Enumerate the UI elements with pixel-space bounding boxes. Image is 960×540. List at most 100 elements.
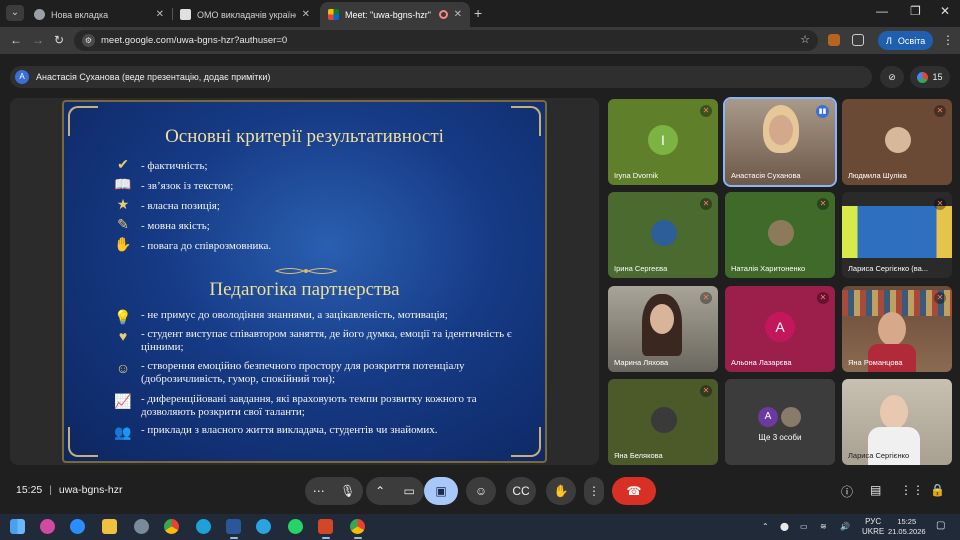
slide-list-item: ☺ - створення емоційно безпечного просто…	[113, 360, 513, 386]
tab-meet[interactable]: Meet: "uwa-bgns-hzr" ✕	[320, 2, 470, 27]
slide-list-text: - створення емоційно безпечного простору…	[141, 360, 465, 385]
running-indicator	[322, 537, 330, 539]
avatar: A	[765, 312, 795, 342]
participant-tile[interactable]: ✕ Лариса Сергієнко (ва...	[842, 192, 952, 278]
raise-hand-icon[interactable]: ✋	[546, 477, 576, 505]
end-call-icon[interactable]: ☎	[612, 477, 656, 505]
people-button[interactable]: 15	[910, 66, 950, 88]
participant-tile[interactable]: ▮▮ Анастасія Суханова	[723, 97, 837, 187]
people-avatars-icon	[917, 71, 929, 83]
system-clock[interactable]: 15:25 21.05.2026	[888, 517, 926, 537]
minimize-icon[interactable]: —	[876, 4, 888, 18]
slide-corner-ornament	[68, 427, 98, 457]
running-indicator	[230, 537, 238, 539]
activities-icon[interactable]: ⋮⋮	[900, 483, 924, 497]
slide-title-partnership: Педагогіка партнерства	[209, 279, 400, 300]
profile-label: Освіта	[897, 35, 926, 46]
screen-share-preview	[842, 206, 952, 258]
slide-list-text: - приклади з власного життя викладача, с…	[141, 424, 438, 436]
zoom-icon[interactable]	[70, 519, 85, 534]
meeting-info: 15:25 | uwa-bgns-hzr	[16, 484, 123, 496]
google-meet-icon	[328, 9, 339, 20]
participant-tile[interactable]: ✕ Ірина Сергеєва	[608, 192, 718, 278]
tray-app-icon[interactable]: ⬤	[780, 522, 789, 531]
close-tab-icon[interactable]: ✕	[156, 9, 164, 20]
new-tab-icon[interactable]: +	[474, 5, 482, 21]
address-bar[interactable]: ⚙ meet.google.com/uwa-bgns-hzr?authuser=…	[74, 30, 818, 51]
url-text: meet.google.com/uwa-bgns-hzr?authuser=0	[101, 35, 288, 46]
present-icon[interactable]: ▣	[424, 477, 458, 505]
camera-icon[interactable]: ▭	[404, 484, 415, 498]
site-info-icon[interactable]: ⚙	[82, 34, 95, 47]
tab-new-tab[interactable]: Нова вкладка ✕	[26, 2, 172, 27]
participant-tile[interactable]: ✕ Людмила Шуліка	[842, 99, 952, 185]
extension-icon[interactable]	[828, 34, 840, 46]
running-indicator	[354, 537, 362, 539]
wifi-icon[interactable]: ≋	[820, 522, 827, 531]
participant-tile[interactable]: ✕ Марина Ляхова	[608, 286, 718, 372]
bookmark-star-icon[interactable]: ☆	[800, 33, 810, 46]
chrome-active-icon[interactable]	[350, 519, 365, 534]
powerpoint-icon[interactable]	[318, 519, 333, 534]
growth-chart-icon: 📈	[114, 395, 132, 410]
word-icon[interactable]	[226, 519, 241, 534]
more-vert-icon[interactable]: ⋮	[584, 477, 604, 505]
avatar	[885, 127, 911, 153]
extensions-puzzle-icon[interactable]	[852, 34, 864, 46]
file-explorer-icon[interactable]	[102, 519, 117, 534]
more-participants-tile[interactable]: A Ще 3 особи	[725, 379, 835, 465]
info-icon[interactable]: ⓘ	[841, 483, 853, 500]
participant-tile[interactable]: ✕ Яна Романцова	[842, 286, 952, 372]
chrome-icon[interactable]	[164, 519, 179, 534]
participant-tile[interactable]: ✕ Наталія Харитоненко	[725, 192, 835, 278]
tray-chevron-icon[interactable]: ⌃	[762, 522, 769, 531]
stop-presenting-icon[interactable]: ⊘	[880, 66, 904, 88]
globe-icon	[34, 9, 45, 20]
tray-network-icon[interactable]: ▭	[800, 522, 808, 531]
back-icon[interactable]: ←	[10, 33, 22, 47]
reload-icon[interactable]: ↻	[54, 33, 64, 47]
clock-time: 15:25	[897, 517, 917, 526]
whatsapp-icon[interactable]	[288, 519, 303, 534]
emoji-icon[interactable]: ☺	[466, 477, 496, 505]
notifications-icon[interactable]: ▢	[936, 520, 945, 531]
slide-list-text: - диференційовані завдання, які враховую…	[141, 393, 477, 418]
microphone-icon[interactable]: 🎙	[340, 484, 355, 498]
presentation-slide: Основні критерії результативності ✔ - фа…	[62, 100, 547, 463]
windows-start-icon[interactable]	[10, 519, 25, 534]
close-tab-icon[interactable]: ✕	[302, 9, 310, 20]
volume-icon[interactable]: 🔊	[840, 522, 850, 531]
participant-tile[interactable]: A ✕ Альона Лазарєва	[725, 286, 835, 372]
divider-ornament	[274, 268, 338, 274]
edge-icon[interactable]	[196, 519, 211, 534]
restore-icon[interactable]: ❐	[910, 4, 921, 18]
ellipsis-icon[interactable]: ⋯	[313, 484, 325, 498]
chat-icon[interactable]: ▤	[870, 483, 881, 497]
language-indicator[interactable]: РУС UKRE	[862, 517, 884, 537]
forward-icon[interactable]: →	[32, 33, 44, 47]
avatar: A	[758, 407, 778, 427]
lightbulb-icon: 💡	[114, 311, 132, 326]
participant-tile[interactable]: ✕ Яна Белякова	[608, 379, 718, 465]
slide-list-text: - студент виступає співавтором заняття, …	[141, 328, 512, 353]
participant-name: Альона Лазарєва	[731, 358, 792, 367]
tab-search-icon[interactable]: ⌄	[6, 5, 24, 21]
telegram-icon[interactable]	[256, 519, 271, 534]
app-icon[interactable]	[134, 519, 149, 534]
host-controls-icon[interactable]: 🔒	[930, 483, 945, 497]
participant-name: Ірина Сергеєва	[614, 264, 668, 273]
browser-menu-icon[interactable]: ⋮	[942, 33, 954, 47]
chevron-up-icon[interactable]: ⌃	[375, 484, 385, 498]
app-icon[interactable]	[40, 519, 55, 534]
close-icon[interactable]: ✕	[940, 4, 950, 18]
captions-icon[interactable]: CC	[506, 477, 536, 505]
tab-omo[interactable]: ОМО викладачів української і ✕	[172, 2, 318, 27]
slide-list-text: - фактичність;	[141, 160, 208, 172]
participant-count: 15	[932, 72, 943, 82]
participant-tile[interactable]: I ✕ Iryna Dvornik	[608, 99, 718, 185]
mic-off-icon: ✕	[700, 105, 712, 117]
profile-button[interactable]: Л Освіта	[878, 31, 934, 50]
participant-tile[interactable]: Лариса Сергієнко	[842, 379, 952, 465]
close-tab-icon[interactable]: ✕	[454, 9, 462, 20]
language-label: РУС	[865, 517, 882, 526]
